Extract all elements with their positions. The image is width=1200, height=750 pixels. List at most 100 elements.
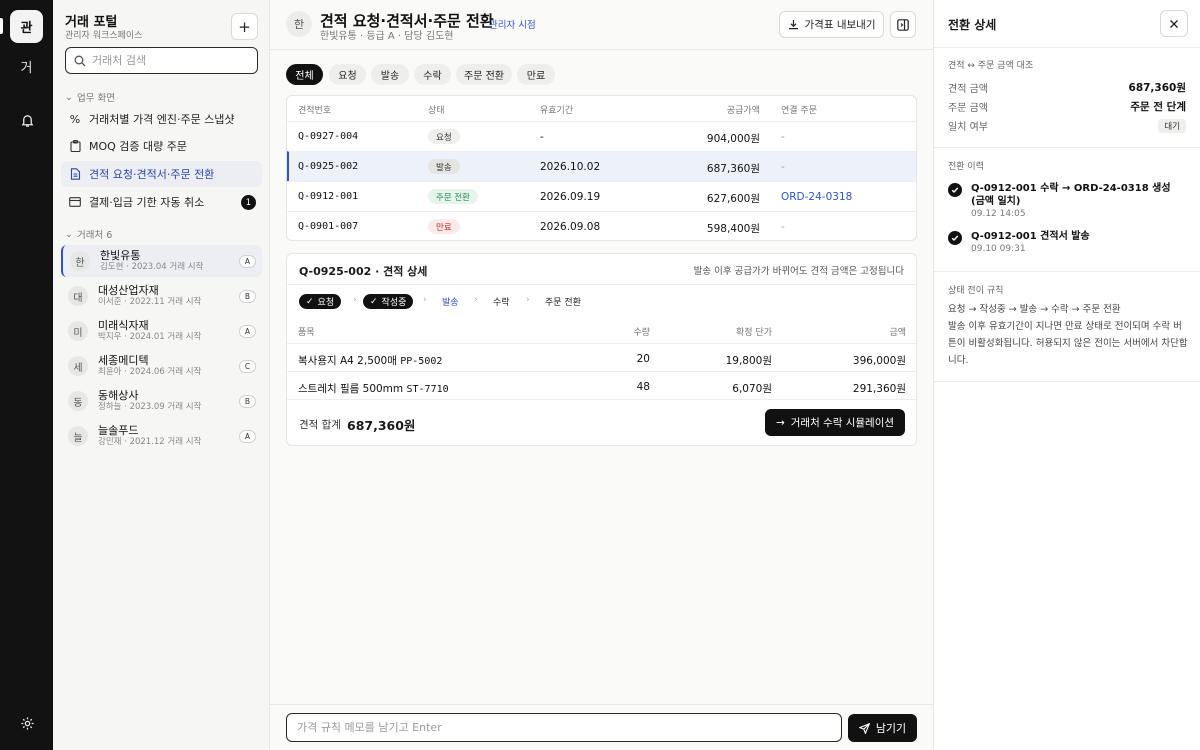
client-item[interactable]: 미 미래식자재 박지우 · 2024.01 거래 시작 A [61, 315, 262, 347]
filter-chip-accepted[interactable]: 수락 [414, 64, 451, 85]
send-icon [858, 722, 870, 734]
item-amount: 291,360원 [852, 383, 906, 395]
item-qty: 48 [636, 381, 650, 393]
search-input[interactable] [92, 54, 242, 67]
client-avatar: 세 [68, 356, 88, 376]
item-title: 복사용지 A4 2,500매 [298, 355, 397, 367]
history-time: 09.12 14:05 [971, 209, 1026, 219]
section-screens-header[interactable]: ⌄ 업무 화면 [65, 90, 115, 105]
add-button[interactable]: + [231, 13, 258, 40]
status-badge: 발송 [428, 159, 460, 174]
column-header: 견적번호 [298, 106, 332, 116]
match-status-badge: 대기 [1158, 119, 1186, 133]
nav-item-price-engine[interactable]: % 거래처별 가격 엔진·주문 스냅샷 [61, 106, 262, 132]
filter-chip-expired[interactable]: 만료 [517, 64, 555, 85]
memo-field[interactable] [286, 713, 842, 742]
history-time: 09.10 09:31 [971, 244, 1026, 254]
rules-body: 발송 이후 유효기간이 지나면 만료 상태로 전이되며 수락 버튼이 비활성화됩… [948, 321, 1188, 366]
chevron-down-icon: ⌄ [65, 228, 73, 240]
client-item[interactable]: 대 대성산업자재 이서준 · 2022.11 거래 시작 B [61, 280, 262, 312]
filter-chip-sent[interactable]: 발송 [371, 64, 409, 85]
column-header: 유효기간 [540, 106, 574, 116]
check-circle-icon [948, 231, 962, 245]
memo-input[interactable] [297, 714, 827, 740]
client-item[interactable]: 동 동해상사 정하늘 · 2023.09 거래 시작 B [61, 385, 262, 417]
arrow-right-icon: → [775, 416, 785, 429]
quote-id: Q-0901-007 [298, 221, 359, 232]
sidebar-subtitle: 관리자 워크스페이스 [65, 31, 143, 41]
column-header: 품목 [298, 328, 315, 338]
nav-item-payment-cancel[interactable]: 결제·입금 기한 자동 취소 1 [61, 189, 262, 215]
amount: 627,600원 [706, 193, 760, 205]
step-converted: 주문 전환 [545, 298, 581, 308]
client-name: 동해상사 [98, 389, 139, 402]
total-value: 687,360원 [347, 418, 416, 433]
column-header: 공급가액 [726, 106, 760, 116]
close-icon [1170, 19, 1178, 28]
client-avatar: 미 [68, 321, 88, 341]
client-avatar: 대 [68, 286, 88, 306]
table-row[interactable]: Q-0925-002 발송 2026.10.02 687,360원 - [287, 151, 916, 181]
quote-id: Q-0925-002 [298, 161, 359, 172]
close-panel-button[interactable] [1160, 10, 1188, 37]
grade-badge: B [239, 290, 256, 303]
quote-id: Q-0927-004 [298, 131, 359, 142]
amount: 904,000원 [706, 133, 760, 145]
section-clients-header[interactable]: ⌄ 거래처 6 [65, 227, 112, 242]
compare-section-title: 견적 ↔ 주문 금액 대조 [948, 61, 1034, 71]
client-meta: 이서준 · 2022.11 거래 시작 [98, 297, 202, 307]
sidebar-panel-icon [897, 18, 909, 31]
item-name: 복사용지 A4 2,500매 PP-5002 [298, 353, 442, 368]
column-header: 확정 단가 [736, 328, 772, 338]
item-qty: 20 [636, 353, 650, 365]
divider [934, 147, 1200, 148]
bell-icon[interactable] [18, 111, 36, 129]
filter-chip-converted[interactable]: 주문 전환 [456, 64, 512, 85]
divider [287, 399, 916, 400]
total-label: 견적 합계 [299, 419, 341, 431]
item-code: ST-7710 [406, 384, 449, 395]
step-label: 요청 [317, 298, 335, 308]
client-item[interactable]: 늘 늘솔푸드 강민재 · 2021.12 거래 시작 A [61, 420, 262, 452]
client-search[interactable] [65, 47, 258, 74]
status-badge: 만료 [428, 219, 460, 234]
filter-chip-all[interactable]: 전체 [286, 64, 323, 85]
check-circle-icon [948, 183, 962, 197]
send-label: 남기기 [875, 722, 907, 735]
history-text: Q-0912-001 견적서 발송 [971, 231, 1090, 242]
client-meta: 강민재 · 2021.12 거래 시작 [98, 437, 202, 447]
nav-item-moq-order[interactable]: MOQ 검증 대량 주문 [61, 133, 262, 159]
rail-client-button[interactable]: 거 [10, 50, 43, 83]
rail-admin-button[interactable]: 관 [10, 10, 43, 43]
table-row[interactable]: Q-0927-004 요청 - 904,000원 - [287, 121, 916, 151]
filter-chip-request[interactable]: 요청 [329, 64, 366, 85]
linked-order: - [781, 161, 785, 173]
plus-icon: + [238, 17, 251, 36]
client-avatar: 한 [70, 251, 90, 271]
valid-date: 2026.10.02 [540, 161, 601, 173]
compare-value: 주문 전 단계 [1130, 101, 1186, 113]
client-avatar: 한 [286, 11, 312, 37]
quote-id: Q-0912-001 [298, 191, 359, 202]
send-memo-button[interactable]: 남기기 [848, 714, 917, 742]
table-row[interactable]: Q-0912-001 주문 전환 2026.09.19 627,600원 ORD… [287, 181, 916, 211]
client-meta: 정하늘 · 2023.09 거래 시작 [98, 402, 202, 412]
column-header: 수량 [633, 328, 650, 338]
client-item[interactable]: 한 한빛유통 김도현 · 2023.04 거래 시작 A [61, 245, 262, 277]
settings-gear-icon[interactable] [18, 714, 36, 732]
valid-date: 2026.09.19 [540, 191, 601, 203]
simulate-accept-button[interactable]: → 거래처 수락 시뮬레이션 [765, 409, 905, 436]
linked-order-link[interactable]: ORD-24-0318 [781, 191, 852, 203]
nav-item-quote-conversion[interactable]: 견적 요청·견적서·주문 전환 [61, 161, 262, 187]
step-request: ✓ 요청 [299, 294, 342, 309]
document-icon [68, 167, 82, 181]
compare-value: 687,360원 [1128, 82, 1186, 94]
table-row[interactable]: Q-0901-007 만료 2026.09.08 598,400원 - [287, 211, 916, 241]
export-price-list-button[interactable]: 가격표 내보내기 [779, 11, 884, 38]
admin-view-link[interactable]: 관리자 시점 [489, 17, 536, 31]
rules-section-title: 상태 전이 규칙 [948, 286, 1004, 296]
toggle-panel-button[interactable] [890, 11, 916, 38]
client-item[interactable]: 세 세종메디텍 최윤아 · 2024.06 거래 시작 C [61, 350, 262, 382]
item-name: 스트레치 필름 500mm ST-7710 [298, 381, 449, 396]
linked-order: - [781, 221, 785, 233]
